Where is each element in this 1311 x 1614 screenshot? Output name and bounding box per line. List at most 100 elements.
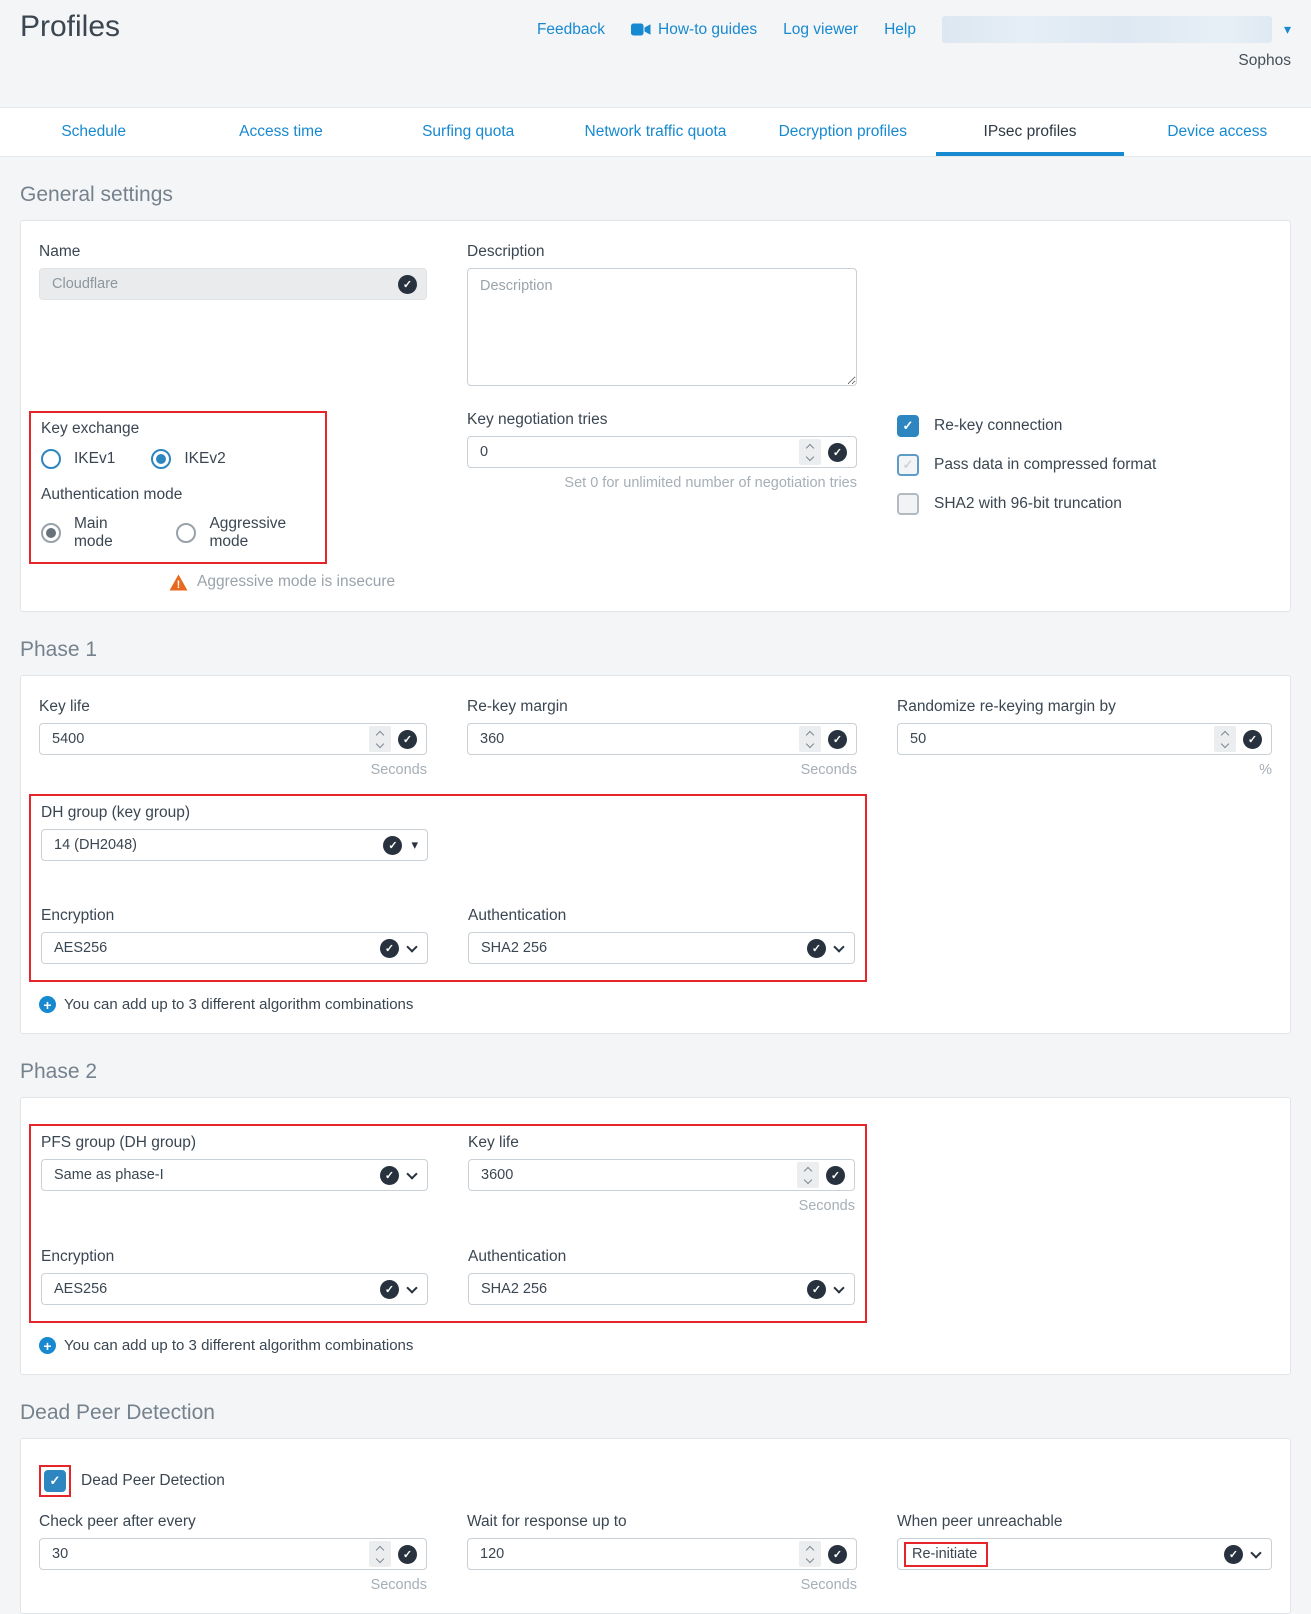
- number-stepper[interactable]: [1214, 726, 1236, 752]
- chevron-down-icon: [1250, 1547, 1261, 1558]
- radio-icon[interactable]: [176, 523, 196, 543]
- wait-response-input[interactable]: 120 ✓: [467, 1538, 857, 1570]
- dh-group-select[interactable]: 14 (DH2048) ✓ ▾: [41, 829, 428, 861]
- phase1-randomize-input[interactable]: 50 ✓: [897, 723, 1272, 755]
- svg-text:!: !: [177, 579, 181, 591]
- how-to-guides-link[interactable]: How-to guides: [631, 21, 757, 39]
- valid-check-icon: ✓: [398, 275, 417, 294]
- check-peer-field: Check peer after every 30 ✓ Seconds: [39, 1513, 427, 1593]
- account-name-redacted: [942, 16, 1272, 43]
- tab-network-traffic-quota[interactable]: Network traffic quota: [562, 108, 749, 156]
- phase2-authentication-select[interactable]: SHA2 256 ✓: [468, 1273, 855, 1305]
- valid-check-icon: ✓: [1243, 730, 1262, 749]
- description-field: Description: [467, 243, 857, 391]
- number-stepper[interactable]: [799, 1541, 821, 1567]
- feedback-link[interactable]: Feedback: [537, 21, 605, 39]
- phase1-card: Key life 5400 ✓ Seconds Re-key margin 36…: [20, 675, 1291, 1034]
- tab-device-access[interactable]: Device access: [1124, 108, 1311, 156]
- valid-check-icon: ✓: [1224, 1545, 1243, 1564]
- pfs-group-select[interactable]: Same as phase-I ✓: [41, 1159, 428, 1191]
- help-link[interactable]: Help: [884, 21, 916, 39]
- caret-down-icon: ▾: [411, 837, 418, 853]
- tab-schedule[interactable]: Schedule: [0, 108, 187, 156]
- phase2-encryption-field: Encryption AES256 ✓: [41, 1248, 428, 1305]
- valid-check-icon: ✓: [828, 443, 847, 462]
- chevron-down-icon: [406, 1168, 417, 1179]
- key-exchange-label: Key exchange: [41, 420, 315, 438]
- radio-icon[interactable]: [41, 449, 61, 469]
- radio-main-mode[interactable]: Main mode: [41, 515, 140, 551]
- account-menu[interactable]: ▾: [942, 16, 1291, 43]
- chevron-down-icon: [833, 941, 844, 952]
- valid-check-icon: ✓: [398, 1545, 417, 1564]
- checkbox-icon[interactable]: [897, 493, 919, 515]
- header-right: Feedback How-to guides Log viewer Help ▾…: [537, 8, 1291, 107]
- pfs-group-field: PFS group (DH group) Same as phase-I ✓: [41, 1134, 428, 1214]
- brand-label: Sophos: [1238, 52, 1291, 70]
- radio-ikev1[interactable]: IKEv1: [41, 449, 115, 469]
- sha2-truncation-checkbox[interactable]: SHA2 with 96-bit truncation: [897, 493, 1272, 515]
- check-peer-input[interactable]: 30 ✓: [39, 1538, 427, 1570]
- when-unreachable-select[interactable]: Re-initiate ✓: [897, 1538, 1272, 1570]
- number-stepper[interactable]: [799, 726, 821, 752]
- checkbox-icon[interactable]: ✓: [897, 454, 919, 476]
- tab-decryption-profiles[interactable]: Decryption profiles: [749, 108, 936, 156]
- radio-ikev2[interactable]: IKEv2: [151, 449, 225, 469]
- dpd-enable-row: ✓ Dead Peer Detection: [39, 1465, 1272, 1497]
- chevron-down-icon[interactable]: ▾: [1284, 21, 1291, 38]
- phase1-heading: Phase 1: [20, 638, 1291, 662]
- tab-ipsec-profiles[interactable]: IPsec profiles: [936, 108, 1123, 156]
- key-exchange-section: Key exchange IKEv1 IKEv2 Authentication …: [39, 411, 427, 591]
- valid-check-icon: ✓: [828, 730, 847, 749]
- plus-circle-icon[interactable]: +: [39, 996, 56, 1013]
- auth-mode-label: Authentication mode: [41, 486, 315, 504]
- dpd-checkbox[interactable]: ✓: [44, 1470, 66, 1492]
- tab-access-time[interactable]: Access time: [187, 108, 374, 156]
- plus-circle-icon[interactable]: +: [39, 1337, 56, 1354]
- key-exchange-annotation-box: Key exchange IKEv1 IKEv2 Authentication …: [29, 411, 327, 564]
- key-negotiation-field: Key negotiation tries 0 ✓ Set 0 for unli…: [467, 411, 857, 591]
- warning-icon: !: [169, 574, 188, 591]
- number-stepper[interactable]: [799, 439, 821, 465]
- valid-check-icon: ✓: [807, 1280, 826, 1299]
- dpd-enable-label: Dead Peer Detection: [81, 1472, 225, 1490]
- valid-check-icon: ✓: [828, 1545, 847, 1564]
- profiles-tabbar: Schedule Access time Surfing quota Netwo…: [0, 107, 1311, 157]
- number-stepper[interactable]: [797, 1162, 819, 1188]
- phase1-authentication-field: Authentication SHA2 256 ✓: [468, 907, 855, 964]
- phase1-algorithms-annotation-box: DH group (key group) 14 (DH2048) ✓ ▾ Enc…: [29, 794, 867, 982]
- log-viewer-link[interactable]: Log viewer: [783, 21, 858, 39]
- phase2-key-life-input[interactable]: 3600 ✓: [468, 1159, 855, 1191]
- valid-check-icon: ✓: [380, 1280, 399, 1299]
- rekey-connection-checkbox[interactable]: ✓ Re-key connection: [897, 415, 1272, 437]
- valid-check-icon: ✓: [383, 836, 402, 855]
- phase1-add-combination[interactable]: + You can add up to 3 different algorith…: [39, 996, 1272, 1013]
- checkbox-checked-icon[interactable]: ✓: [897, 415, 919, 437]
- phase1-authentication-select[interactable]: SHA2 256 ✓: [468, 932, 855, 964]
- page-header: Profiles Feedback How-to guides Log view…: [0, 0, 1311, 107]
- radio-aggressive-mode[interactable]: Aggressive mode: [176, 515, 315, 551]
- video-camera-icon: [631, 23, 651, 36]
- phase2-encryption-select[interactable]: AES256 ✓: [41, 1273, 428, 1305]
- phase1-encryption-select[interactable]: AES256 ✓: [41, 932, 428, 964]
- phase1-key-life-input[interactable]: 5400 ✓: [39, 723, 427, 755]
- tab-surfing-quota[interactable]: Surfing quota: [375, 108, 562, 156]
- number-stepper[interactable]: [369, 726, 391, 752]
- phase2-card: PFS group (DH group) Same as phase-I ✓ K…: [20, 1097, 1291, 1375]
- chevron-down-icon: [406, 1282, 417, 1293]
- valid-check-icon: ✓: [826, 1166, 845, 1185]
- dpd-checkbox-annotation-box: ✓: [39, 1465, 71, 1497]
- dpd-card: ✓ Dead Peer Detection Check peer after e…: [20, 1438, 1291, 1614]
- general-settings-card: Name Cloudflare ✓ Description Key exchan…: [20, 220, 1291, 612]
- radio-selected-icon[interactable]: [151, 449, 171, 469]
- general-settings-heading: General settings: [20, 183, 1291, 207]
- key-negotiation-input[interactable]: 0 ✓: [467, 436, 857, 468]
- dpd-heading: Dead Peer Detection: [20, 1401, 1291, 1425]
- radio-selected-icon[interactable]: [41, 523, 61, 543]
- phase2-add-combination[interactable]: + You can add up to 3 different algorith…: [39, 1337, 1272, 1354]
- compressed-format-checkbox[interactable]: ✓ Pass data in compressed format: [897, 454, 1272, 476]
- number-stepper[interactable]: [369, 1541, 391, 1567]
- phase1-rekey-margin-input[interactable]: 360 ✓: [467, 723, 857, 755]
- phase1-key-life-field: Key life 5400 ✓ Seconds: [39, 698, 427, 778]
- description-input[interactable]: [467, 268, 857, 386]
